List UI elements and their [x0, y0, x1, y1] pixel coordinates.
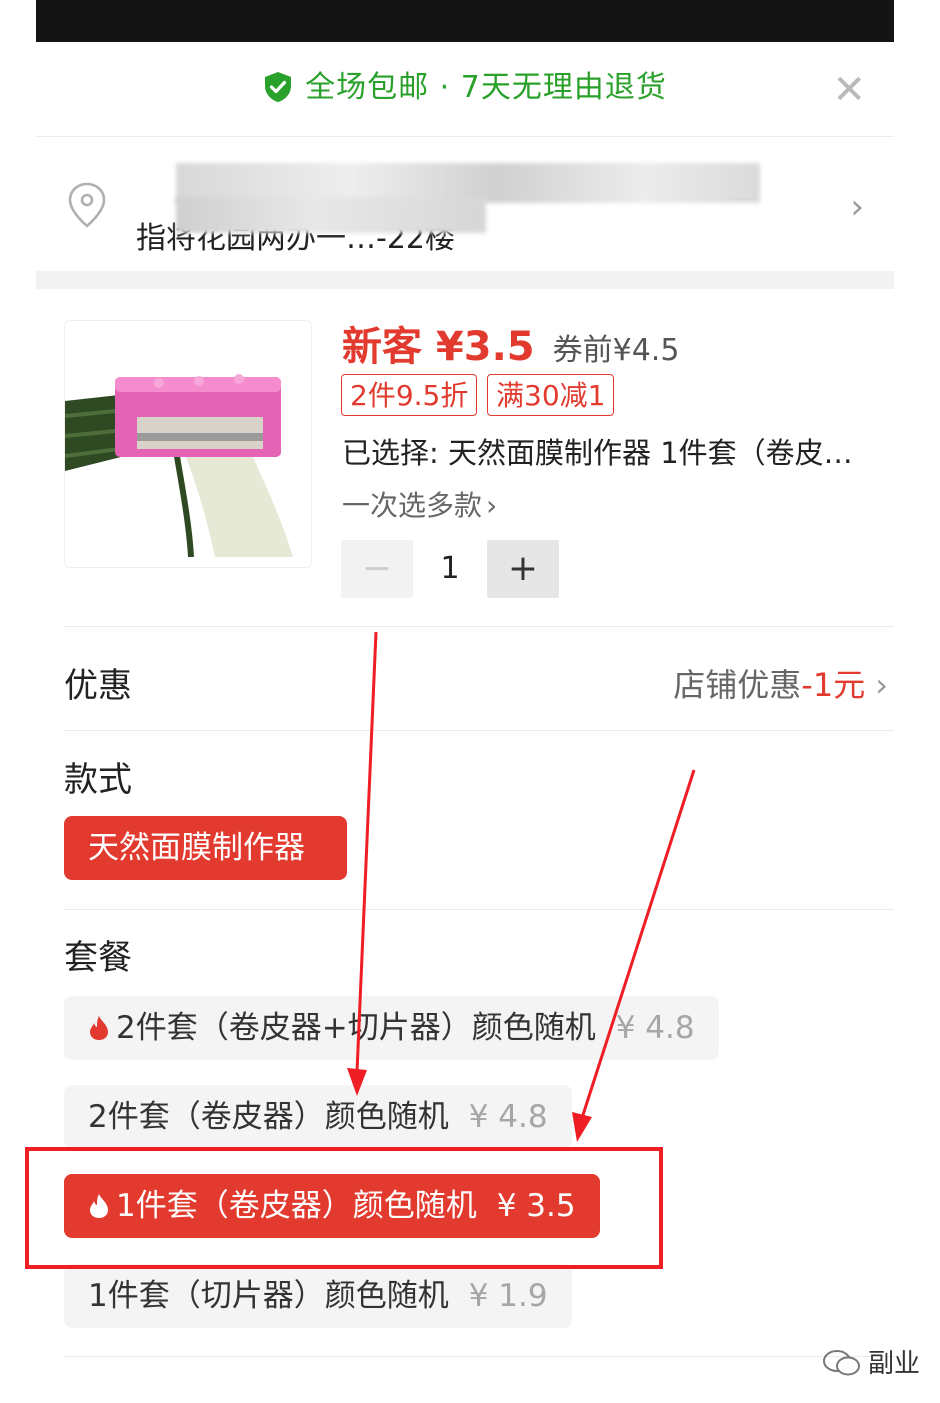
wechat-icon: [823, 1350, 860, 1376]
arrow-head-icon: [572, 1112, 592, 1142]
watermark-text: 副业: [868, 1349, 921, 1379]
arrow-head-icon: [347, 1068, 367, 1096]
watermark: 副业: [822, 1343, 920, 1380]
annotation-arrows: [347, 631, 696, 1142]
